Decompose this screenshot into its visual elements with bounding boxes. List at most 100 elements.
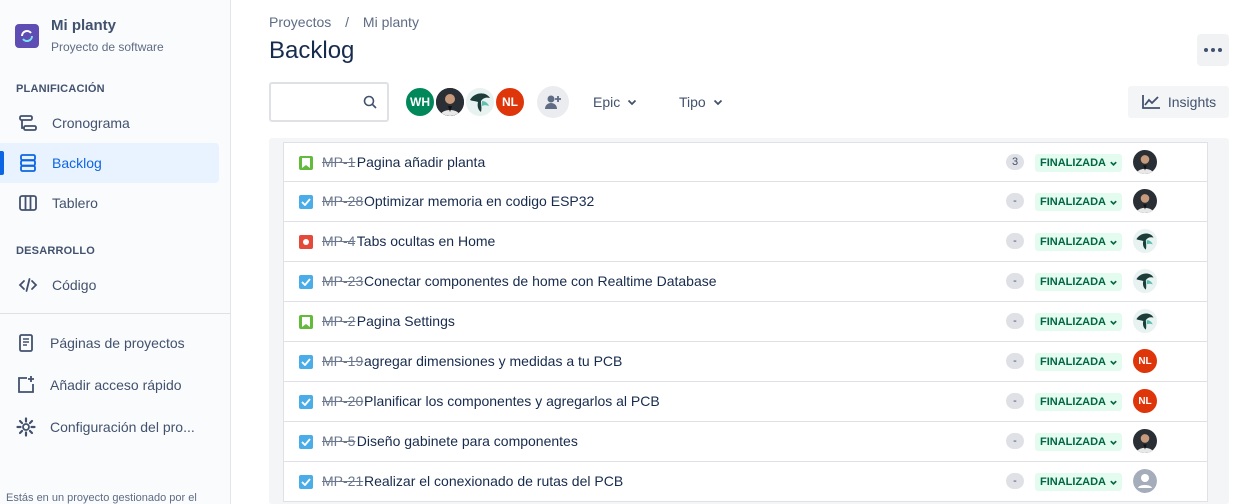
breadcrumb-projects[interactable]: Proyectos (269, 14, 331, 30)
story-points-badge[interactable]: - (1006, 433, 1024, 449)
sidebar-item-code[interactable]: Código (0, 265, 219, 305)
issue-summary[interactable]: Pagina añadir planta (357, 154, 485, 170)
avatar-filter-bird[interactable] (464, 86, 496, 118)
issue-row[interactable]: MP-28 Optimizar memoria en codigo ESP32 … (283, 182, 1208, 222)
add-people-button[interactable] (537, 86, 569, 118)
avatar-filter-wh[interactable]: WH (404, 86, 436, 118)
code-icon (16, 273, 40, 297)
status-lozenge[interactable]: FINALIZADA (1035, 433, 1122, 451)
sidebar-item-board[interactable]: Tablero (0, 183, 219, 223)
search-input[interactable] (279, 84, 359, 120)
story-points-badge[interactable]: - (1006, 353, 1024, 369)
issue-row[interactable]: MP-23 Conectar componentes de home con R… (283, 262, 1208, 302)
avatar-filter-photo[interactable] (434, 86, 466, 118)
issue-key[interactable]: MP-28 (322, 193, 363, 209)
section-title-development: DESARROLLO (16, 245, 95, 257)
project-subtitle: Proyecto de software (51, 40, 164, 54)
page-title: Backlog (269, 37, 355, 64)
assignee-avatar[interactable] (1133, 150, 1157, 174)
section-title-planning: PLANIFICACIÓN (16, 83, 105, 95)
issue-summary[interactable]: Optimizar memoria en codigo ESP32 (364, 193, 594, 209)
issue-summary[interactable]: Conectar componentes de home con Realtim… (364, 273, 717, 289)
sidebar-item-settings[interactable]: Configuración del pro... (0, 407, 219, 447)
story-points-badge[interactable]: 3 (1006, 154, 1024, 170)
sidebar-item-project-pages[interactable]: Páginas de proyectos (0, 323, 219, 363)
sidebar-item-backlog[interactable]: Backlog (0, 143, 219, 183)
story-points-badge[interactable]: - (1006, 473, 1024, 489)
avatar-filter-nl[interactable]: NL (494, 86, 526, 118)
status-lozenge[interactable]: FINALIZADA (1035, 273, 1122, 291)
issue-key[interactable]: MP-1 (322, 154, 355, 170)
issue-key[interactable]: MP-19 (322, 353, 363, 369)
assignee-avatar[interactable] (1133, 189, 1157, 213)
breadcrumb-separator: / (345, 14, 350, 30)
task-type-icon (299, 275, 313, 289)
project-header[interactable]: Mi planty Proyecto de software (15, 17, 164, 54)
issue-row[interactable]: MP-5 Diseño gabinete para componentes - … (283, 422, 1208, 462)
sidebar-item-label: Código (52, 277, 97, 293)
issue-key[interactable]: MP-4 (322, 233, 355, 249)
chevron-down-icon (1110, 400, 1117, 405)
assignee-avatar[interactable]: NL (1133, 349, 1157, 373)
issue-row[interactable]: MP-20 Planificar los componentes y agreg… (283, 382, 1208, 422)
story-points-badge[interactable]: - (1006, 193, 1024, 209)
search-box[interactable] (269, 82, 389, 122)
more-actions-button[interactable] (1197, 34, 1229, 66)
assignee-avatar[interactable] (1133, 429, 1157, 453)
task-type-icon (299, 355, 313, 369)
issue-key[interactable]: MP-2 (322, 313, 355, 329)
issue-row[interactable]: MP-1 Pagina añadir planta 3 FINALIZADA (283, 142, 1208, 182)
issue-key[interactable]: MP-5 (322, 433, 355, 449)
chevron-down-icon (1110, 480, 1117, 485)
story-type-icon (299, 315, 313, 329)
sidebar-item-timeline[interactable]: Cronograma (0, 103, 219, 143)
chevron-down-icon (1110, 360, 1117, 365)
sidebar-item-add-shortcut[interactable]: Añadir acceso rápido (0, 365, 219, 405)
issue-summary[interactable]: Diseño gabinete para componentes (357, 433, 578, 449)
assignee-avatar[interactable] (1133, 269, 1157, 293)
status-lozenge[interactable]: FINALIZADA (1035, 313, 1122, 331)
issue-key[interactable]: MP-20 (322, 393, 363, 409)
status-lozenge[interactable]: FINALIZADA (1035, 473, 1122, 491)
status-lozenge[interactable]: FINALIZADA (1035, 353, 1122, 371)
assignee-avatar[interactable] (1133, 469, 1157, 493)
add-person-icon (545, 95, 561, 109)
issue-summary[interactable]: Realizar el conexionado de rutas del PCB (364, 473, 623, 489)
assignee-avatar[interactable]: NL (1133, 389, 1157, 413)
issue-key[interactable]: MP-23 (322, 273, 363, 289)
issue-row[interactable]: MP-21 Realizar el conexionado de rutas d… (283, 462, 1208, 502)
chevron-down-icon (1110, 320, 1117, 325)
status-lozenge[interactable]: FINALIZADA (1035, 233, 1122, 251)
breadcrumb: Proyectos / Mi planty (269, 14, 419, 30)
sidebar-divider (0, 313, 230, 314)
project-logo-icon (15, 24, 39, 48)
issue-summary[interactable]: Planificar los componentes y agregarlos … (364, 393, 660, 409)
status-lozenge[interactable]: FINALIZADA (1035, 193, 1122, 211)
gear-icon (14, 415, 38, 439)
issue-row[interactable]: MP-2 Pagina Settings - FINALIZADA (283, 302, 1208, 342)
type-filter-dropdown[interactable]: Tipo (679, 88, 724, 116)
issue-row[interactable]: MP-19 agregar dimensiones y medidas a tu… (283, 342, 1208, 382)
status-lozenge[interactable]: FINALIZADA (1035, 154, 1122, 172)
bird-avatar-icon (466, 88, 494, 116)
sidebar-item-label: Añadir acceso rápido (50, 377, 182, 393)
story-points-badge[interactable]: - (1006, 393, 1024, 409)
issue-summary[interactable]: Pagina Settings (357, 313, 455, 329)
story-points-badge[interactable]: - (1006, 233, 1024, 249)
story-points-badge[interactable]: - (1006, 313, 1024, 329)
breadcrumb-project[interactable]: Mi planty (363, 14, 419, 30)
epic-filter-dropdown[interactable]: Epic (593, 88, 638, 116)
assignee-avatar[interactable] (1133, 229, 1157, 253)
assignee-avatar[interactable] (1133, 309, 1157, 333)
issue-summary[interactable]: Tabs ocultas en Home (357, 233, 496, 249)
sidebar-footer-text: Estás en un proyecto gestionado por el (6, 492, 197, 504)
sidebar-item-label: Páginas de proyectos (50, 335, 185, 351)
story-points-badge[interactable]: - (1006, 273, 1024, 289)
search-icon (363, 95, 377, 114)
sidebar-item-label: Backlog (52, 155, 102, 171)
issue-row[interactable]: MP-4 Tabs ocultas en Home - FINALIZADA (283, 222, 1208, 262)
insights-button[interactable]: Insights (1128, 86, 1229, 118)
issue-key[interactable]: MP-21 (322, 473, 363, 489)
status-lozenge[interactable]: FINALIZADA (1035, 393, 1122, 411)
issue-summary[interactable]: agregar dimensiones y medidas a tu PCB (364, 353, 622, 369)
